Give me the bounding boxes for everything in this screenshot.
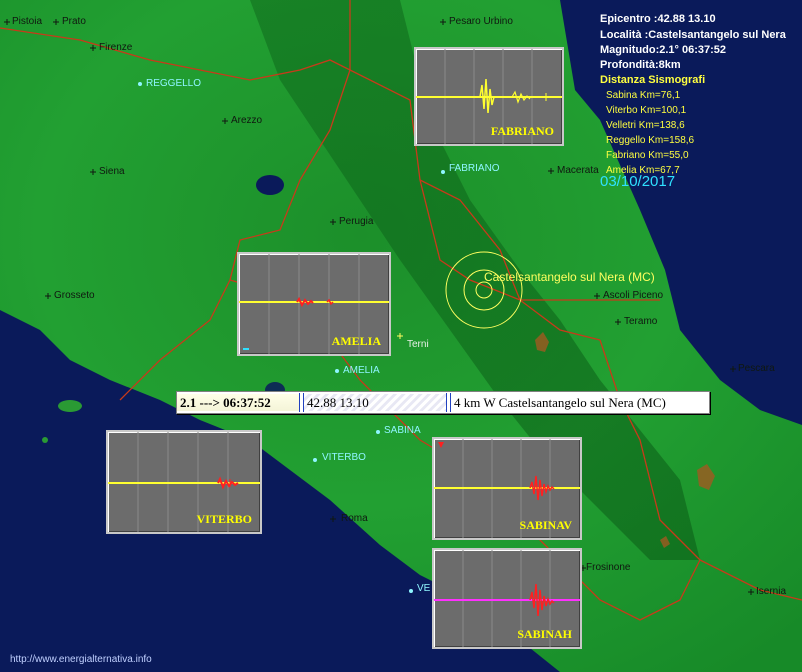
city-fabriano: FABRIANO — [449, 163, 500, 174]
city-roma: Roma — [341, 513, 368, 524]
event-status-bar: 2.1 ---> 06:37:52 42.88 13.10 4 km W Cas… — [176, 391, 710, 414]
info-profondita: Profondità:8km — [600, 59, 681, 71]
city-grosseto: Grosseto — [54, 290, 95, 301]
panel-label-sabinah: SABINAH — [517, 627, 572, 641]
seismograph-viterbo[interactable]: VITERBO — [106, 430, 262, 534]
info-distance-velletri: Velletri Km=138,6 — [606, 120, 685, 131]
city-isernia: Isernia — [756, 586, 787, 597]
epicenter-label: Castelsantangelo sul Nera (MC) — [484, 270, 655, 284]
panel-label-viterbo: VITERBO — [196, 512, 252, 526]
info-distance-sabina: Sabina Km=76,1 — [606, 90, 681, 101]
city-pistoia: Pistoia — [12, 16, 43, 27]
relief-map — [0, 0, 802, 672]
city-perugia: Perugia — [339, 216, 374, 227]
city-reggello: REGGELLO — [146, 78, 202, 89]
seismograph-sabinah[interactable]: SABINAH — [432, 548, 582, 649]
info-epicentro: Epicentro :42.88 13.10 — [600, 13, 716, 25]
city-amelia: AMELIA — [343, 365, 380, 376]
elba-island — [58, 400, 82, 412]
city-firenze: Firenze — [99, 42, 133, 53]
seismic-map-view: Pistoia Prato Pesaro Urbino Firenze REGG… — [0, 0, 802, 672]
status-coordinates: 42.88 13.10 — [304, 394, 446, 411]
city-sabina: SABINA — [384, 425, 421, 436]
info-distanza-title: Distanza Sismografi — [600, 74, 706, 86]
status-location: 4 km W Castelsantangelo sul Nera (MC) — [454, 395, 666, 410]
city-pescara: Pescara — [738, 363, 775, 374]
city-arezzo: Arezzo — [231, 115, 263, 126]
info-magnitudo: Magnitudo:2.1° 06:37:52 — [600, 44, 727, 56]
city-terni: Terni — [407, 339, 429, 350]
footer-url[interactable]: http://www.energialternativa.info — [10, 654, 152, 665]
panel-label-sabinav: SABINAV — [519, 518, 572, 532]
city-prato: Prato — [62, 16, 86, 27]
giglio-island — [42, 437, 48, 443]
panel-label-fabriano: FABRIANO — [490, 124, 554, 138]
city-ascoli-piceno: Ascoli Piceno — [603, 290, 664, 301]
city-velletri: VE — [417, 583, 431, 594]
info-distance-reggello: Reggello Km=158,6 — [606, 135, 695, 146]
status-magnitude-time: 2.1 ---> 06:37:52 — [177, 394, 299, 411]
lake-trasimeno — [256, 175, 284, 195]
info-distance-viterbo: Viterbo Km=100,1 — [606, 105, 687, 116]
city-viterbo: VITERBO — [322, 452, 366, 463]
seismograph-amelia[interactable]: AMELIA — [237, 252, 391, 356]
city-pesaro-urbino: Pesaro Urbino — [449, 16, 513, 27]
city-frosinone: Frosinone — [586, 562, 631, 573]
panel-label-amelia: AMELIA — [331, 334, 381, 348]
info-localita: Località :Castelsantangelo sul Nera — [600, 29, 786, 41]
event-date: 03/10/2017 — [600, 173, 676, 190]
city-siena: Siena — [99, 166, 125, 177]
city-macerata: Macerata — [557, 165, 599, 176]
info-distance-fabriano: Fabriano Km=55,0 — [606, 150, 689, 161]
city-teramo: Teramo — [624, 316, 658, 327]
seismograph-sabinav[interactable]: SABINAV — [432, 437, 582, 540]
seismograph-fabriano[interactable]: FABRIANO — [414, 47, 564, 146]
